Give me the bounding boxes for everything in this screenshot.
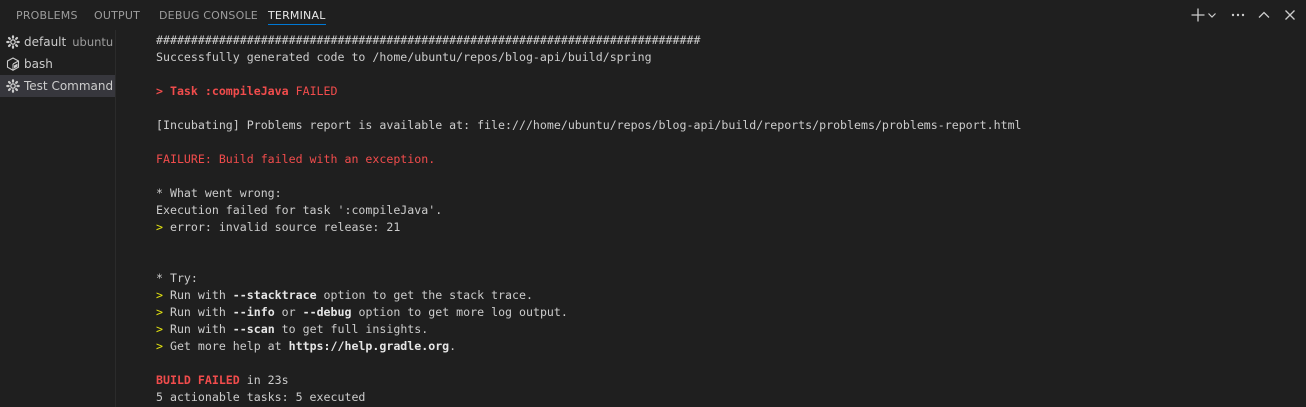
terminal-item-test-command[interactable]: Test Command: [0, 75, 115, 97]
gear-icon: [6, 35, 20, 49]
panel-tab-bar: PROBLEMS OUTPUT DEBUG CONSOLE TERMINAL: [0, 0, 1306, 30]
output-line: ########################################…: [156, 33, 701, 47]
terminal-bash-icon: [6, 57, 20, 71]
chevron-up-icon: [1258, 11, 1270, 18]
try-line: * Try:: [156, 271, 198, 285]
try-item: > Run with --stacktrace option to get th…: [156, 288, 533, 302]
terminal-label: default: [24, 35, 67, 49]
task-failed-line: > Task :compileJava FAILED: [156, 84, 338, 98]
new-terminal-button[interactable]: [1188, 5, 1208, 25]
try-item: > Run with --info or --debug option to g…: [156, 305, 568, 319]
try-item: > Run with --scan to get full insights.: [156, 322, 429, 336]
tab-output[interactable]: OUTPUT: [94, 0, 140, 30]
ellipsis-icon: [1231, 13, 1245, 17]
terminal-label: Test Command: [24, 79, 114, 93]
terminal-item-bash[interactable]: bash: [0, 53, 115, 75]
actionable-line: 5 actionable tasks: 5 executed: [156, 390, 366, 404]
error-line: > error: invalid source release: 21: [156, 220, 401, 234]
failure-line: FAILURE: Build failed with an exception.: [156, 152, 436, 166]
maximize-panel-button[interactable]: [1254, 5, 1274, 25]
incubating-line: [Incubating] Problems report is availabl…: [156, 118, 1022, 132]
tab-terminal[interactable]: TERMINAL: [268, 0, 326, 30]
terminal-description: ubuntu: [72, 35, 114, 49]
chevron-down-icon: [1208, 13, 1216, 18]
more-actions-button[interactable]: [1228, 5, 1248, 25]
terminal-label: bash: [24, 57, 53, 71]
terminal-panel: PROBLEMS OUTPUT DEBUG CONSOLE TERMINAL d…: [0, 0, 1306, 407]
exec-failed-line: Execution failed for task ':compileJava'…: [156, 203, 443, 217]
terminal-item-default[interactable]: default ubuntu: [0, 31, 115, 53]
close-panel-button[interactable]: [1280, 5, 1300, 25]
close-icon: [1285, 10, 1295, 20]
gear-icon: [6, 79, 20, 93]
what-went-wrong-line: * What went wrong:: [156, 186, 282, 200]
tab-debug-console[interactable]: DEBUG CONSOLE: [159, 0, 258, 30]
tab-problems[interactable]: PROBLEMS: [16, 0, 78, 30]
output-line: Successfully generated code to /home/ubu…: [156, 50, 652, 64]
terminal-output[interactable]: ########################################…: [156, 32, 1296, 406]
build-failed-line: BUILD FAILED in 23s: [156, 373, 289, 387]
terminal-dropdown-button[interactable]: [1206, 5, 1218, 25]
plus-icon: [1191, 8, 1205, 22]
terminal-list: default ubuntu bash Test Command: [0, 30, 116, 407]
try-item: > Get more help at https://help.gradle.o…: [156, 339, 457, 353]
help-link[interactable]: https://help.gradle.org: [289, 339, 450, 353]
